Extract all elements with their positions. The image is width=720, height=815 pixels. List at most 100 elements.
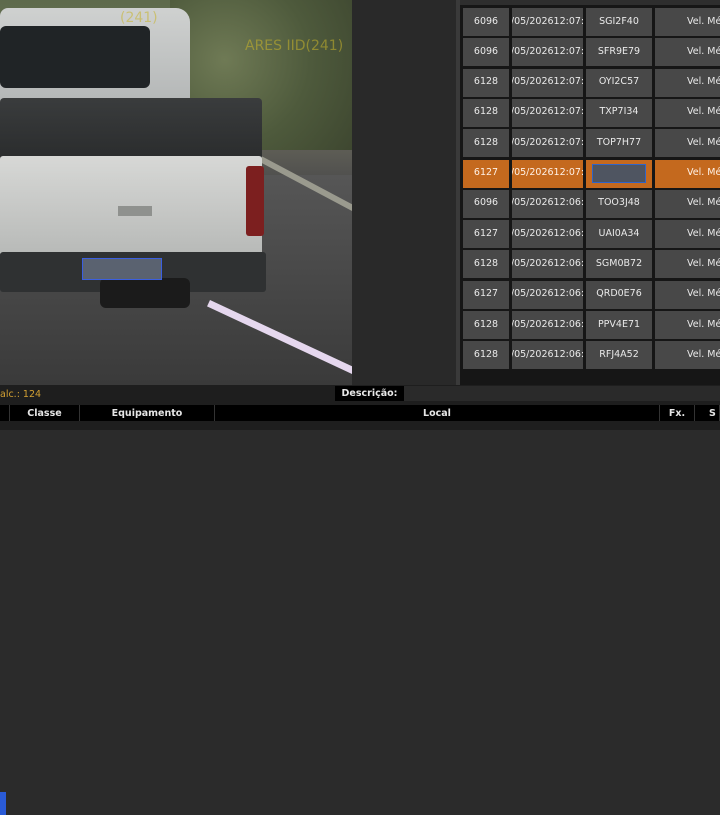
column-header-local[interactable]: Local: [215, 405, 660, 421]
cell-infraction-type: Vel. Mé: [655, 8, 720, 36]
cell-time: 12:07:24: [553, 76, 583, 88]
cell-datetime: 26/05/202612:07:02: [512, 129, 583, 158]
cell-date: 26/05/2026: [512, 167, 554, 179]
table-row[interactable]: 612726/05/202612:06:50QRD0E76Vel. Méd: [460, 280, 720, 309]
cell-time: 12:07:04: [553, 106, 583, 118]
description-field[interactable]: [404, 386, 720, 401]
cell-date: 26/05/2026: [512, 76, 554, 88]
cell-infraction-type: Vel. Mé: [655, 220, 720, 249]
cell-datetime: 26/05/202612:06:51: [512, 250, 583, 279]
cell-date: 26/05/2026: [512, 257, 554, 269]
cell-time: 12:07:27: [553, 15, 583, 27]
cell-datetime: 26/05/202612:06:58: [512, 189, 583, 218]
cell-datetime: 26/05/202612:06:30: [512, 341, 583, 370]
cell-time: 12:06:50: [553, 288, 583, 300]
cell-datetime: 26/05/202612:07:27: [512, 8, 583, 36]
truck-hitch: [100, 278, 190, 308]
cell-datetime: 26/05/202612:07:24: [512, 68, 583, 97]
table-row[interactable]: 612826/05/202612:06:32PPV4E71Vel. Mé: [460, 311, 720, 339]
cell-infraction-type: Vel. Mé: [655, 38, 720, 67]
details-panel: alc.: 124 Descrição: Classe Equipamento …: [0, 385, 720, 815]
table-row[interactable]: 612826/05/202612:06:51SGM0B72Vel. Mé: [460, 250, 720, 279]
cell-time: 12:06:30: [553, 348, 583, 360]
cell-plate: TOO3J48: [586, 189, 652, 218]
cell-date: 26/05/2026: [512, 288, 554, 300]
column-header-equipamento[interactable]: Equipamento: [80, 405, 215, 421]
description-label: Descrição:: [335, 386, 404, 401]
cell-plate: SGI2F40: [586, 8, 652, 36]
cell-equipment: 6096: [463, 8, 509, 36]
table-row[interactable]: 612726/05/202612:06:55UAI0A34Vel. Mé: [460, 220, 720, 249]
cell-plate: UAI0A34: [586, 220, 652, 249]
cell-infraction-type: Vel. Mé: [655, 98, 720, 127]
truck-bed-cover: [0, 98, 262, 160]
cell-time: 12:07:25: [553, 45, 583, 57]
cell-date: 26/05/2026: [512, 45, 554, 57]
cell-infraction-type: Vel. Méd: [655, 280, 720, 309]
cell-equipment: 6128: [463, 250, 509, 279]
records-table: 609626/05/202612:07:27SGI2F40Vel. Mé6096…: [460, 0, 720, 385]
cell-datetime: 26/05/202612:07:25: [512, 38, 583, 67]
column-header-fx[interactable]: Fx.: [660, 405, 695, 421]
camera-overlay-text-1: (241): [120, 10, 158, 26]
cell-time: 12:06:51: [553, 257, 583, 269]
cell-datetime: 26/05/202612:06:50: [512, 280, 583, 309]
cell-equipment: 6128: [463, 129, 509, 158]
column-header-blank: [0, 405, 10, 421]
cell-equipment: 6127: [463, 280, 509, 309]
cell-equipment: 6096: [463, 189, 509, 218]
cell-date: 26/05/2026: [512, 106, 554, 118]
cell-date: 26/05/2026: [512, 318, 554, 330]
calc-count: alc.: 124: [0, 389, 42, 400]
cell-infraction-type: Vel. Mé: [655, 129, 720, 158]
cell-datetime: 26/05/202612:06:55: [512, 220, 583, 249]
cell-time: 12:07:02: [553, 136, 583, 148]
cell-time: 12:07:01: [553, 167, 583, 179]
cell-plate: QRD0E76: [586, 280, 652, 309]
redacted-plate-box: [592, 164, 646, 183]
cell-datetime: 26/05/202612:07:04: [512, 98, 583, 127]
cell-date: 26/05/2026: [512, 136, 554, 148]
table-row[interactable]: 612826/05/202612:07:02TOP7H77Vel. Mé: [460, 129, 720, 158]
cell-equipment: 6128: [463, 98, 509, 127]
table-row[interactable]: 609626/05/202612:07:25SFR9E79Vel. Mé: [460, 38, 720, 67]
cell-time: 12:06:32: [553, 318, 583, 330]
cell-datetime: 26/05/202612:07:01: [512, 159, 583, 188]
cell-equipment: 6128: [463, 341, 509, 370]
table-row[interactable]: 612826/05/202612:06:30RFJ4A52Vel. Mé: [460, 341, 720, 370]
cell-equipment: 6128: [463, 68, 509, 97]
column-header-classe[interactable]: Classe: [10, 405, 80, 421]
column-header-s[interactable]: S: [695, 405, 720, 421]
table-row[interactable]: 612826/05/202612:07:24OYI2C57Vel. Mé: [460, 68, 720, 97]
cell-infraction-type: Vel. Mé: [655, 311, 720, 339]
cell-time: 12:06:58: [553, 197, 583, 209]
cell-plate: PPV4E71: [586, 311, 652, 339]
cell-date: 26/05/2026: [512, 227, 554, 239]
cell-plate-redacted: [586, 159, 652, 188]
cell-infraction-type: Vel. Mé: [655, 68, 720, 97]
cell-plate: SGM0B72: [586, 250, 652, 279]
row-selection-marker: [0, 792, 6, 815]
cell-date: 26/05/2026: [512, 15, 554, 27]
cell-plate: TXP7I34: [586, 98, 652, 127]
cell-equipment: 6128: [463, 311, 509, 339]
cell-infraction-type: Vel. Mé: [655, 341, 720, 370]
cell-equipment: 6096: [463, 38, 509, 67]
table-row-selected[interactable]: 612726/05/202612:07:01 Vel. Méd: [460, 159, 720, 188]
truck-rear-window: [0, 26, 150, 88]
table-row[interactable]: 612826/05/202612:07:04TXP7I34Vel. Mé: [460, 98, 720, 127]
table-row[interactable]: 609626/05/202612:06:58TOO3J48Vel. Mé: [460, 189, 720, 218]
table-row[interactable]: 609626/05/202612:07:27SGI2F40Vel. Mé: [460, 8, 720, 36]
cell-infraction-type: Vel. Mé: [655, 189, 720, 218]
cell-datetime: 26/05/202612:06:32: [512, 311, 583, 339]
truck-taillight: [246, 166, 264, 236]
cell-plate: SFR9E79: [586, 38, 652, 67]
cell-time: 12:06:55: [553, 227, 583, 239]
table-header-strip: [460, 0, 720, 5]
truck-emblem: [118, 206, 152, 216]
cell-plate: TOP7H77: [586, 129, 652, 158]
cell-infraction-type: Vel. Mé: [655, 250, 720, 279]
cell-equipment: 6127: [463, 159, 509, 188]
cell-infraction-type: Vel. Méd: [655, 159, 720, 188]
cell-plate: OYI2C57: [586, 68, 652, 97]
